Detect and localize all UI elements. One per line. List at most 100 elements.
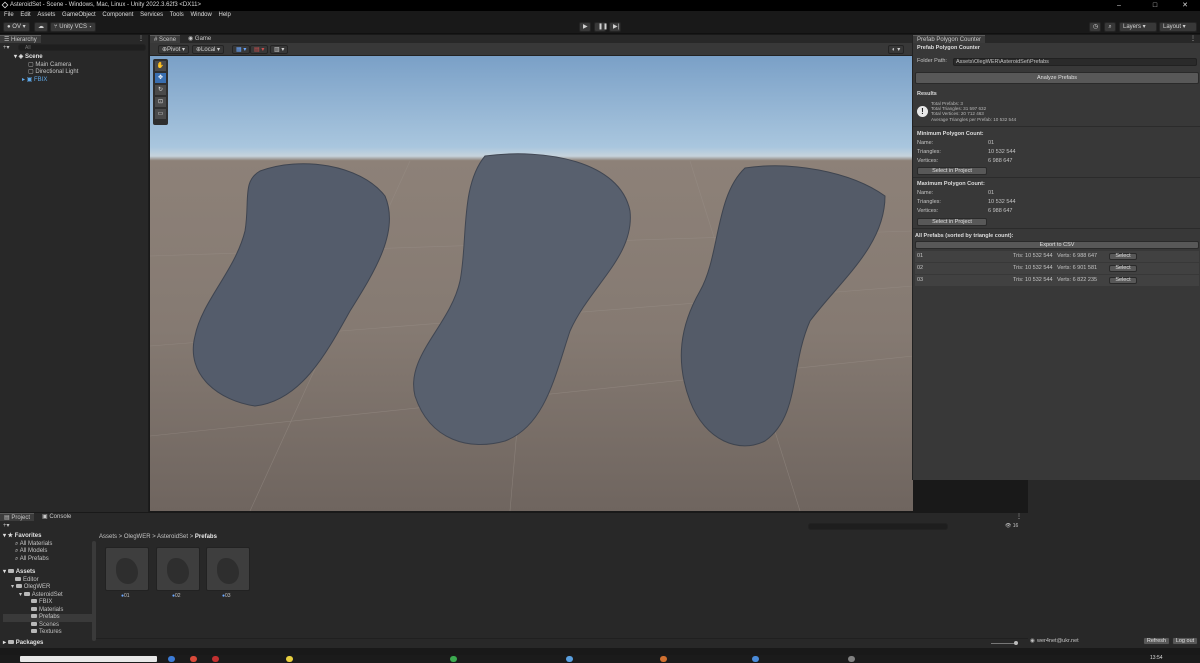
prefab-row-tris: Tris: 10 532 544	[1013, 253, 1053, 259]
hierarchy-item-directional-light[interactable]: ▢ Directional Light	[0, 69, 148, 77]
taskbar-app-icon[interactable]	[286, 656, 293, 662]
local-dropdown[interactable]: ⊕Local ▾	[192, 45, 225, 54]
tree-asteroidset[interactable]: ▾ AsteroidSet	[3, 592, 93, 600]
vcs-dropdown[interactable]: ⑂ Unity VCS ▾	[50, 22, 97, 32]
rect-tool-icon[interactable]: ▭	[155, 109, 166, 119]
favorites-node[interactable]: ▾ ★ Favorites	[3, 533, 93, 541]
hierarchy-options-icon[interactable]: ⋮	[138, 35, 144, 43]
add-icon[interactable]: +▾	[3, 44, 10, 51]
maximize-button[interactable]: □	[1140, 0, 1170, 11]
folder-path-field[interactable]: Assets\OlegWER\AsteroidSet\Prefabs	[953, 58, 1197, 66]
asset-prefab-02[interactable]	[156, 547, 200, 591]
hand-tool-icon[interactable]: ✋	[155, 61, 166, 71]
tab-console[interactable]: ▣ Console	[38, 513, 76, 521]
menu-services[interactable]: Services	[140, 12, 163, 18]
taskbar-app-icon[interactable]	[848, 656, 855, 662]
counter-options-icon[interactable]: ⋮	[1190, 35, 1196, 43]
menu-window[interactable]: Window	[190, 12, 211, 18]
menu-help[interactable]: Help	[219, 12, 231, 18]
project-search-input[interactable]	[808, 523, 948, 530]
taskbar-app-icon[interactable]	[660, 656, 667, 662]
breadcrumb-assets[interactable]: Assets	[99, 534, 117, 540]
scale-tool-icon[interactable]: ⊡	[155, 97, 166, 107]
menu-tools[interactable]: Tools	[170, 12, 184, 18]
asteroid-01[interactable]	[192, 163, 390, 407]
fav-all-materials[interactable]: ⌕ All Materials	[3, 541, 93, 549]
asset-label-text: 01	[124, 593, 130, 599]
taskbar-app-icon[interactable]	[212, 656, 219, 662]
refresh-button[interactable]: Refresh	[1143, 637, 1170, 645]
menu-component[interactable]: Component	[102, 12, 133, 18]
hierarchy-item-fbix[interactable]: ▸ ▣ FBIX	[0, 77, 148, 85]
tab-prefab-polygon-counter[interactable]: Prefab Polygon Counter	[913, 35, 986, 43]
scene-root[interactable]: ▾ ◈ Scene	[0, 54, 148, 62]
breadcrumb-prefabs[interactable]: Prefabs	[195, 534, 217, 540]
prefab-row-select-button[interactable]: Select	[1109, 265, 1137, 272]
rotate-tool-icon[interactable]: ↻	[155, 85, 166, 95]
logout-button[interactable]: Log out	[1172, 637, 1198, 645]
search-icon[interactable]: ⌕	[1104, 22, 1116, 32]
taskbar-app-icon[interactable]	[566, 656, 573, 662]
menu-gameobject[interactable]: GameObject	[62, 12, 96, 18]
tree-textures[interactable]: Textures	[3, 629, 93, 637]
snap-increment-icon[interactable]: ▤ ▾	[250, 45, 269, 54]
hierarchy-search-input[interactable]	[18, 44, 146, 51]
tree-scenes[interactable]: Scenes	[3, 622, 93, 630]
layout-dropdown[interactable]: Layout ▾	[1159, 22, 1197, 32]
prefab-row-select-button[interactable]: Select	[1109, 253, 1137, 260]
fav-all-prefabs[interactable]: ⌕ All Prefabs	[3, 556, 93, 564]
breadcrumb-olegwer[interactable]: OlegWER	[124, 534, 151, 540]
packages-node[interactable]: ▸ Packages	[3, 640, 93, 648]
taskbar-app-icon[interactable]	[168, 656, 175, 662]
minimize-button[interactable]: –	[1104, 0, 1134, 11]
zoom-slider-handle[interactable]	[1014, 641, 1018, 645]
project-options-icon[interactable]: ⋮	[1016, 513, 1022, 521]
max-select-in-project-button[interactable]: Select in Project	[917, 218, 987, 226]
tree-materials[interactable]: Materials	[3, 607, 93, 615]
min-select-in-project-button[interactable]: Select in Project	[917, 167, 987, 175]
tab-hierarchy[interactable]: ☰ Hierarchy	[0, 35, 41, 43]
asteroid-02[interactable]	[413, 153, 631, 446]
scene-gizmo-icon[interactable]: ◐ ▾	[888, 45, 905, 54]
menu-edit[interactable]: Edit	[20, 12, 30, 18]
move-tool-icon[interactable]: ✥	[155, 73, 166, 83]
breadcrumb-asteroidset[interactable]: AsteroidSet	[157, 534, 188, 540]
tab-game[interactable]: ◉ Game	[184, 35, 216, 43]
asteroid-03[interactable]	[680, 165, 886, 447]
assets-node[interactable]: ▾ Assets	[3, 569, 93, 577]
fav-all-models[interactable]: ⌕ All Models	[3, 548, 93, 556]
close-button[interactable]: ✕	[1170, 0, 1200, 11]
hierarchy-item-main-camera[interactable]: ▢ Main Camera	[0, 62, 148, 70]
taskbar-app-icon[interactable]	[450, 656, 457, 662]
taskbar-app-icon[interactable]	[752, 656, 759, 662]
asset-prefab-03[interactable]	[206, 547, 250, 591]
layers-dropdown[interactable]: Layers ▾	[1119, 22, 1157, 32]
taskbar-app-icon[interactable]	[190, 656, 197, 662]
project-add-icon[interactable]: +▾	[3, 522, 10, 529]
export-csv-button[interactable]: Export to CSV	[915, 241, 1199, 249]
analyze-prefabs-button[interactable]: Analyze Prefabs	[915, 72, 1199, 84]
project-tree-scrollbar[interactable]	[92, 541, 96, 641]
menu-file[interactable]: File	[4, 12, 14, 18]
history-icon[interactable]: ◷	[1089, 22, 1101, 32]
pause-button[interactable]: ❚❚	[594, 22, 608, 32]
taskbar-search-box[interactable]	[20, 656, 157, 662]
scene-viewport[interactable]: ✋ ✥ ↻ ⊡ ▭	[150, 56, 913, 511]
tree-editor[interactable]: Editor	[3, 577, 93, 585]
menu-assets[interactable]: Assets	[37, 12, 55, 18]
step-button[interactable]: ▶|	[609, 22, 621, 32]
pivot-dropdown[interactable]: ⊕Pivot ▾	[158, 45, 190, 54]
tab-project[interactable]: ▤ Project	[0, 513, 35, 521]
asset-prefab-01[interactable]	[105, 547, 149, 591]
account-email: wer4net@ukr.net	[1037, 638, 1079, 644]
tree-olegwer[interactable]: ▾ OlegWER	[3, 584, 93, 592]
grid-snap-icon[interactable]: ▦ ▾	[232, 45, 251, 54]
tree-fbix[interactable]: FBIX	[3, 599, 93, 607]
tab-scene[interactable]: # Scene	[150, 35, 181, 43]
grid-visibility-icon[interactable]: ▥ ▾	[270, 45, 289, 54]
tree-prefabs[interactable]: Prefabs	[3, 614, 93, 622]
account-dropdown[interactable]: ● OV ▾	[3, 22, 30, 32]
cloud-icon[interactable]: ☁	[34, 22, 48, 32]
prefab-row-select-button[interactable]: Select	[1109, 277, 1137, 284]
play-button[interactable]: ▶	[579, 22, 591, 32]
